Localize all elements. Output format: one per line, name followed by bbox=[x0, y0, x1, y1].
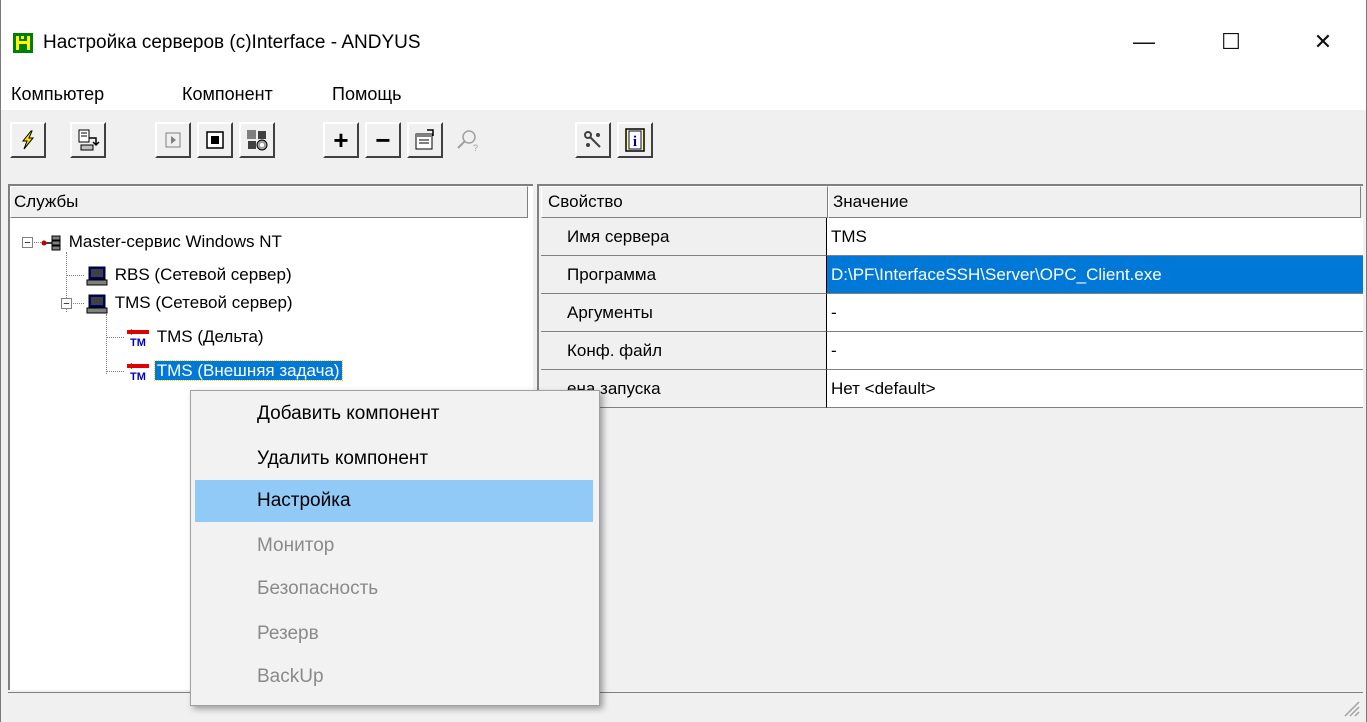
context-settings[interactable]: Настройка bbox=[195, 480, 593, 522]
start-icon bbox=[165, 132, 181, 148]
properties-panel: Свойство Значение Имя сервера TMS Програ… bbox=[537, 184, 1363, 690]
tree-connector bbox=[73, 303, 84, 305]
tree-connector bbox=[106, 371, 124, 373]
svg-text:TM: TM bbox=[130, 371, 146, 382]
toolbar: + − ? i bbox=[1, 112, 1366, 184]
remove-button[interactable]: − bbox=[365, 122, 401, 158]
tree-connector bbox=[66, 275, 84, 277]
connect-icon bbox=[21, 130, 35, 150]
maximize-button[interactable]: ☐ bbox=[1201, 22, 1261, 62]
menu-bar: Компьютер Компонент Помощь bbox=[1, 78, 1366, 110]
close-icon: ✕ bbox=[1313, 29, 1333, 54]
tree-node-label: TMS (Дельта) bbox=[156, 327, 264, 346]
tree-node-master-service[interactable]: Master-сервис Windows NT bbox=[40, 231, 284, 253]
value-column-header[interactable]: Значение bbox=[828, 186, 1361, 218]
minimize-button[interactable]: — bbox=[1114, 22, 1174, 62]
property-name: Имя сервера bbox=[541, 218, 827, 256]
tree-node-label: TMS (Сетевой сервер) bbox=[114, 293, 293, 312]
tree-node-label: RBS (Сетевой сервер) bbox=[114, 265, 292, 284]
network-icon bbox=[41, 235, 61, 251]
computer-icon bbox=[86, 294, 108, 314]
window-title: Настройка серверов (c)Interface - ANDYUS bbox=[43, 32, 421, 53]
add-icon: + bbox=[333, 125, 349, 155]
properties-button[interactable] bbox=[407, 122, 443, 158]
tm-icon: TM bbox=[127, 328, 149, 349]
property-header-label: Свойство bbox=[548, 192, 623, 211]
property-value[interactable]: D:\PF\InterfaceSSH\Server\OPC_Client.exe bbox=[827, 256, 1363, 294]
main-window: Настройка серверов (c)Interface - ANDYUS… bbox=[0, 0, 1367, 722]
title-bar[interactable]: Настройка серверов (c)Interface - ANDYUS… bbox=[1, 0, 1366, 88]
start-button[interactable] bbox=[155, 122, 191, 158]
property-row[interactable]: Конф. файл - bbox=[541, 332, 1363, 370]
stop-button[interactable] bbox=[197, 122, 233, 158]
property-value[interactable]: - bbox=[827, 332, 1363, 370]
tree-expander[interactable]: − bbox=[22, 237, 33, 249]
property-row[interactable]: Программа D:\PF\InterfaceSSH\Server\OPC_… bbox=[541, 256, 1363, 294]
value-header-label: Значение bbox=[833, 192, 909, 211]
svg-text:?: ? bbox=[473, 143, 478, 153]
tree-node-tms-external-task[interactable]: TM TMS (Внешняя задача) bbox=[126, 360, 343, 383]
property-value[interactable]: Нет <default> bbox=[827, 370, 1363, 408]
svg-text:TM: TM bbox=[130, 337, 146, 348]
close-button[interactable]: ✕ bbox=[1293, 22, 1353, 62]
properties-icon bbox=[415, 129, 434, 150]
add-button[interactable]: + bbox=[323, 122, 359, 158]
app-icon bbox=[13, 33, 33, 53]
context-security: Безопасность bbox=[257, 578, 379, 599]
export-icon bbox=[78, 129, 100, 151]
computer-icon bbox=[86, 266, 108, 286]
tree-connector bbox=[106, 337, 124, 339]
context-remove-component[interactable]: Удалить компонент bbox=[195, 438, 593, 480]
minimize-icon: — bbox=[1133, 29, 1155, 54]
tools-icon bbox=[584, 131, 601, 148]
resize-grip-icon[interactable] bbox=[1339, 696, 1361, 718]
find-button[interactable]: ? bbox=[449, 122, 485, 158]
svg-text:i: i bbox=[633, 134, 637, 150]
services-header-label: Службы bbox=[14, 192, 79, 211]
remove-icon: − bbox=[375, 125, 391, 155]
property-column-header[interactable]: Свойство bbox=[541, 186, 828, 218]
stop-icon bbox=[206, 131, 224, 149]
menu-component[interactable]: Компонент bbox=[182, 84, 273, 105]
context-menu: Добавить компонент Удалить компонент Нас… bbox=[190, 390, 600, 706]
context-add-component[interactable]: Добавить компонент bbox=[195, 393, 593, 435]
tree-node-rbs[interactable]: RBS (Сетевой сервер) bbox=[86, 264, 294, 286]
tree-connector bbox=[106, 314, 108, 374]
maximize-icon: ☐ bbox=[1221, 29, 1241, 54]
export-button[interactable] bbox=[70, 122, 106, 158]
property-name: Программа bbox=[541, 256, 827, 294]
find-icon: ? bbox=[457, 130, 478, 153]
tree-node-label: TMS (Внешняя задача) bbox=[153, 360, 343, 381]
property-name: Аргументы bbox=[541, 294, 827, 332]
tree-node-tms-delta[interactable]: TM TMS (Дельта) bbox=[126, 326, 266, 349]
tree-node-label: Master-сервис Windows NT bbox=[68, 232, 282, 251]
property-value[interactable]: TMS bbox=[827, 218, 1363, 256]
menu-help[interactable]: Помощь bbox=[332, 84, 402, 105]
tree-node-tms-server[interactable]: TMS (Сетевой сервер) bbox=[86, 292, 295, 314]
property-value[interactable]: - bbox=[827, 294, 1363, 332]
configure-button[interactable] bbox=[239, 122, 275, 158]
property-row[interactable]: Аргументы - bbox=[541, 294, 1363, 332]
context-backup: BackUp bbox=[257, 666, 324, 687]
context-reserve: Резерв bbox=[257, 623, 319, 644]
context-monitor: Монитор bbox=[257, 535, 335, 556]
services-header[interactable]: Службы bbox=[10, 186, 528, 218]
property-name: Конф. файл bbox=[541, 332, 827, 370]
menu-computer[interactable]: Компьютер bbox=[11, 84, 104, 105]
tree-expander[interactable]: − bbox=[61, 298, 72, 310]
tm-icon: TM bbox=[127, 362, 149, 383]
connect-button[interactable] bbox=[10, 122, 46, 158]
info-icon: i bbox=[625, 128, 645, 152]
info-button[interactable]: i bbox=[617, 122, 653, 158]
property-row[interactable]: Имя сервера TMS bbox=[541, 218, 1363, 256]
tools-button[interactable] bbox=[575, 122, 611, 158]
configure-icon bbox=[247, 130, 268, 151]
property-row[interactable]: ена запуска Нет <default> bbox=[541, 370, 1363, 408]
